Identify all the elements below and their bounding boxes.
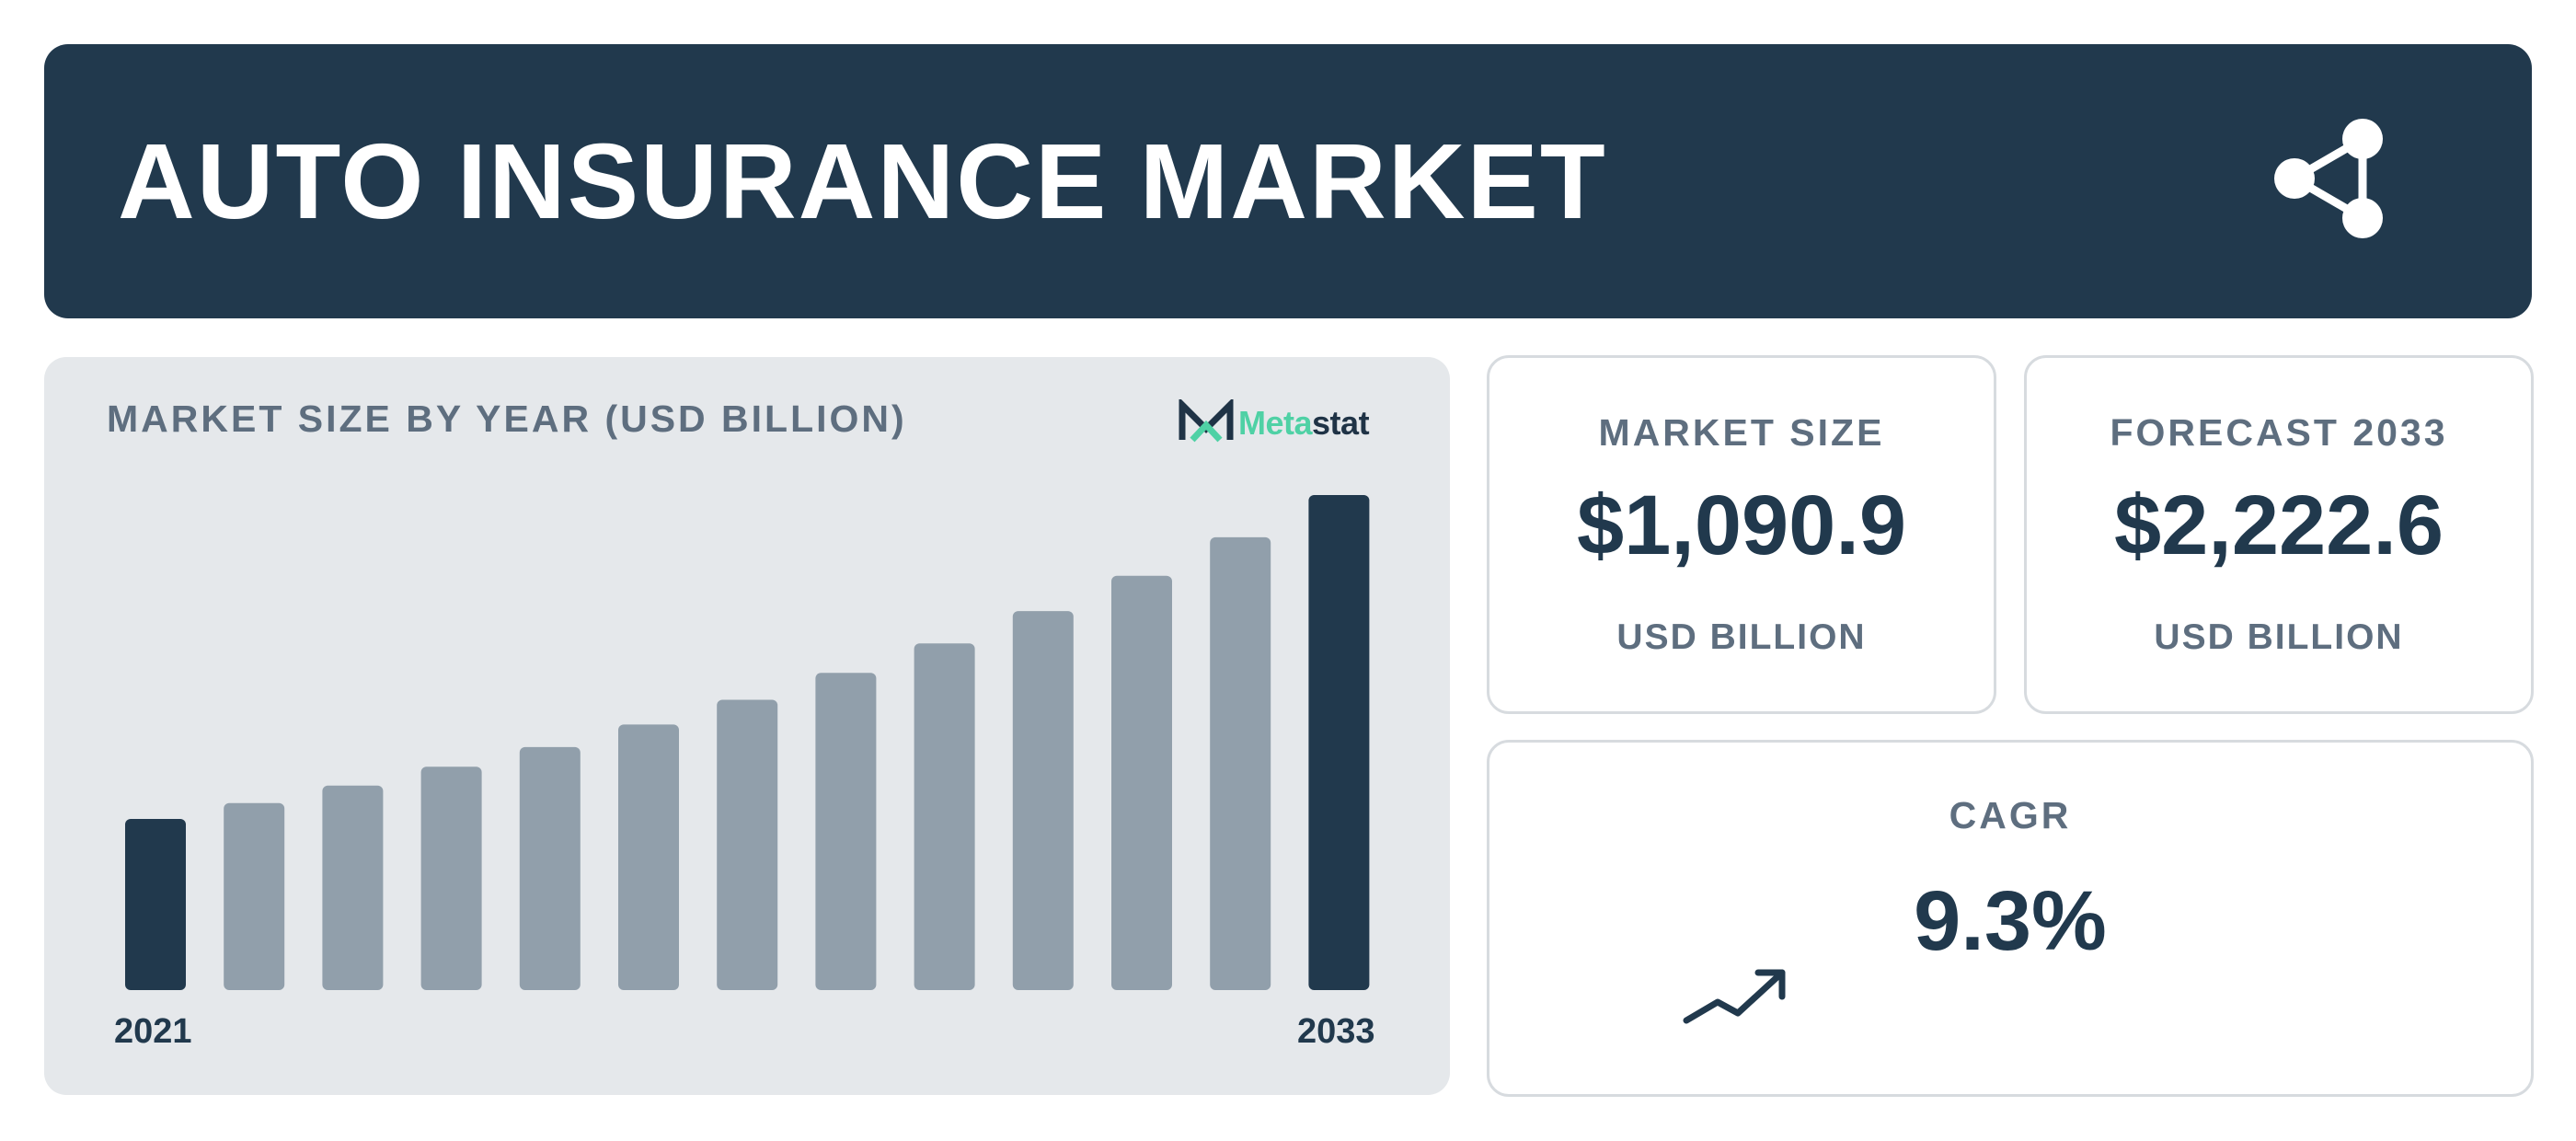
bar-2027 (717, 699, 778, 990)
market-size-value: $1,090.9 (1576, 478, 1907, 572)
header-banner: AUTO INSURANCE MARKET (44, 44, 2532, 318)
forecast-value: $2,222.6 (2113, 478, 2444, 572)
x-tick-label-last: 2033 (1297, 1012, 1375, 1051)
cagr-card: CAGR 9.3% (1487, 740, 2534, 1097)
bar-chart (125, 495, 1370, 990)
trending-up-icon (1683, 969, 1786, 1024)
bar-2023 (322, 785, 384, 990)
page-title: AUTO INSURANCE MARKET (118, 121, 1607, 241)
bar-2028 (815, 673, 877, 990)
bar-2032 (1210, 536, 1271, 990)
cagr-value: 9.3% (1914, 874, 2107, 968)
bar-2026 (618, 724, 679, 990)
forecast-label: FORECAST 2033 (2110, 411, 2448, 454)
share-icon[interactable] (2271, 114, 2405, 248)
market-size-unit: USD BILLION (1616, 617, 1867, 657)
market-size-label: MARKET SIZE (1598, 411, 1885, 454)
bar-2024 (420, 766, 482, 990)
market-size-card: MARKET SIZE $1,090.9 USD BILLION (1487, 355, 1996, 714)
forecast-unit: USD BILLION (2154, 617, 2404, 657)
bar-2033 (1308, 495, 1370, 990)
cagr-label: CAGR (1949, 794, 2072, 836)
bar-2021 (125, 819, 186, 990)
bar-2030 (1012, 611, 1074, 990)
bar-2025 (519, 746, 581, 990)
x-tick-label-first: 2021 (114, 1012, 192, 1051)
market-size-chart-panel: MARKET SIZE BY YEAR (USD BILLION) Metast… (44, 357, 1450, 1095)
forecast-card: FORECAST 2033 $2,222.6 USD BILLION (2024, 355, 2534, 714)
bar-2022 (224, 802, 285, 990)
bar-2029 (914, 643, 975, 990)
bar-2031 (1111, 575, 1172, 990)
